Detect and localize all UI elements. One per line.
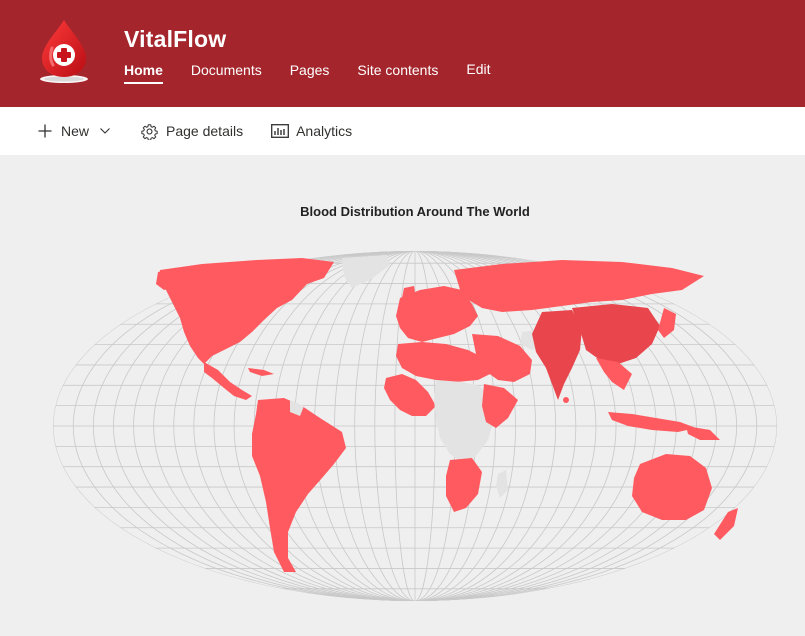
site-header: VitalFlow Home Documents Pages Site cont…	[0, 0, 805, 107]
site-title[interactable]: VitalFlow	[124, 26, 226, 53]
blood-drop-logo-icon[interactable]	[36, 18, 92, 86]
analytics-label: Analytics	[296, 123, 353, 139]
madagascar-region	[496, 470, 508, 498]
australia-region	[632, 454, 712, 520]
plus-icon	[38, 124, 52, 138]
new-button[interactable]: New	[38, 123, 110, 139]
nav-item-home[interactable]: Home	[124, 62, 163, 84]
southern-africa-region	[446, 458, 482, 512]
indonesia-region	[608, 412, 696, 432]
sri-lanka-region	[563, 397, 569, 403]
chevron-down-icon[interactable]	[100, 128, 110, 134]
new-zealand-region	[714, 508, 738, 540]
command-bar: New Page details Analytics	[0, 107, 805, 155]
analytics-chart-icon	[271, 124, 290, 138]
horn-of-africa-region	[482, 384, 518, 428]
papua-region	[686, 426, 720, 440]
china-region	[572, 304, 660, 364]
nav-edit-link[interactable]: Edit	[466, 61, 490, 83]
greenland-region	[342, 255, 390, 288]
nav-item-documents[interactable]: Documents	[191, 62, 262, 84]
top-navigation: Home Documents Pages Site contents Edit	[124, 61, 518, 84]
map-countries	[156, 255, 738, 572]
west-africa-region	[384, 374, 436, 416]
caribbean-region	[248, 368, 274, 376]
nav-item-site-contents[interactable]: Site contents	[357, 62, 438, 84]
map-title: Blood Distribution Around The World	[300, 204, 530, 219]
south-america-region	[252, 398, 346, 572]
new-label: New	[61, 123, 90, 139]
page-content: Blood Distribution Around The World	[0, 155, 805, 636]
india-region	[532, 310, 582, 400]
world-map[interactable]	[52, 250, 778, 602]
gear-icon	[141, 123, 158, 140]
analytics-button[interactable]: Analytics	[271, 123, 352, 139]
japan-region	[658, 308, 676, 338]
nav-item-pages[interactable]: Pages	[290, 62, 330, 84]
page-details-label: Page details	[166, 123, 244, 139]
page-details-button[interactable]: Page details	[141, 123, 243, 140]
